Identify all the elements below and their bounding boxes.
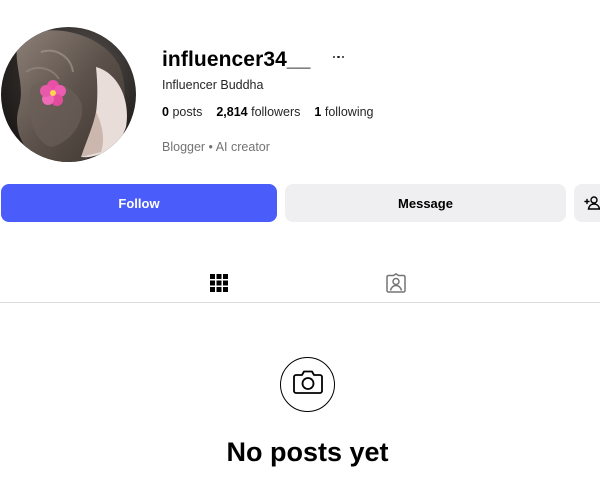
message-button[interactable]: Message (285, 184, 566, 222)
follow-button[interactable]: Follow (1, 184, 277, 222)
following-stat[interactable]: 1 following (314, 105, 373, 119)
following-label: following (324, 105, 374, 119)
profile-stats: 0 posts 2,814 followers 1 following (162, 105, 388, 119)
tab-tagged[interactable] (370, 264, 422, 302)
tab-posts[interactable] (190, 264, 248, 303)
add-person-icon (584, 195, 600, 211)
following-count: 1 (314, 105, 322, 119)
username-row: influencer34__ (162, 46, 346, 74)
profile-avatar[interactable] (1, 27, 136, 162)
tagged-icon (386, 273, 406, 293)
followers-count: 2,814 (216, 105, 248, 119)
posts-stat: 0 posts (162, 105, 202, 119)
more-options-icon[interactable] (330, 49, 346, 65)
empty-state-icon-circle (280, 357, 335, 412)
full-name: Influencer Buddha (162, 78, 264, 92)
camera-icon (292, 369, 323, 400)
posts-count: 0 (162, 105, 169, 119)
grid-icon (210, 274, 228, 292)
tabs-divider (0, 302, 600, 303)
empty-state-title: No posts yet (226, 437, 389, 467)
avatar-photo (1, 27, 136, 162)
followers-label: followers (251, 105, 301, 119)
suggest-button[interactable] (574, 184, 600, 222)
followers-stat[interactable]: 2,814 followers (216, 105, 300, 119)
bio: Blogger • AI creator (162, 140, 270, 154)
posts-label: posts (172, 105, 203, 119)
username: influencer34__ (162, 48, 311, 71)
